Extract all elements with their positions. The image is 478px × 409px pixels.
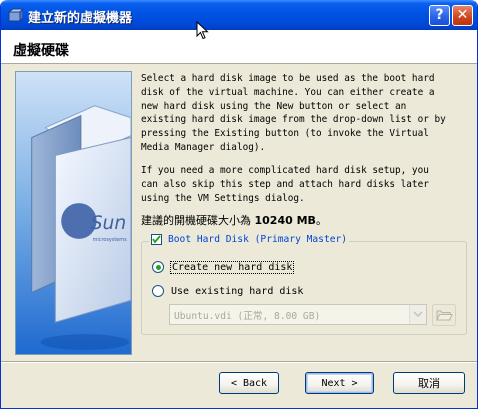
boot-disk-label: Boot Hard Disk (Primary Master) — [168, 234, 348, 245]
use-existing-disk-option[interactable]: Use existing hard disk — [152, 285, 303, 297]
boot-disk-checkbox[interactable] — [151, 234, 162, 245]
cancel-button-label: 取消 — [418, 377, 440, 390]
help-icon: ? — [435, 7, 444, 23]
back-button[interactable]: < Back — [219, 372, 279, 394]
existing-disk-value: Ubuntu.vdi (正常, 8.00 GB) — [174, 311, 321, 322]
sun-logo-subtext: microsystems — [93, 237, 127, 243]
button-separator — [1, 361, 477, 363]
page-title: 虛擬硬碟 — [13, 43, 69, 59]
create-new-disk-option[interactable]: Create new hard disk — [152, 260, 295, 274]
combobox-dropdown-button[interactable] — [409, 305, 426, 324]
virtualbox-logo-image: Sun microsystems — [15, 71, 132, 355]
radio-selected-dot — [155, 264, 161, 270]
next-button-label: Next > — [321, 377, 358, 389]
cancel-button[interactable]: 取消 — [393, 372, 465, 394]
title-bar[interactable]: 建立新的虛擬機器 ? ✕ — [1, 0, 477, 30]
close-button[interactable]: ✕ — [452, 5, 473, 26]
recommended-size-text: 建議的開機硬碟大小為 10240 MB。 — [141, 214, 327, 227]
page-header: 虛擬硬碟 — [1, 30, 477, 64]
window-title: 建立新的虛擬機器 — [28, 10, 133, 25]
description-text-2: If you need a more complicated hard disk… — [141, 165, 429, 204]
help-button[interactable]: ? — [429, 5, 450, 26]
description-text-1: Select a hard disk image to be used as t… — [141, 73, 446, 153]
recommended-size-value: 10240 MB — [254, 214, 316, 227]
use-existing-radio[interactable] — [152, 285, 164, 297]
open-folder-icon[interactable] — [432, 304, 456, 326]
create-new-radio[interactable] — [152, 261, 164, 273]
create-new-label: Create new hard disk — [169, 260, 295, 274]
next-button[interactable]: Next > — [305, 372, 374, 394]
virtualbox-icon — [7, 8, 23, 23]
mouse-cursor-icon — [196, 21, 209, 40]
boot-disk-checkbox-row[interactable]: Boot Hard Disk (Primary Master) — [149, 234, 350, 245]
existing-disk-combobox[interactable]: Ubuntu.vdi (正常, 8.00 GB) — [169, 304, 427, 325]
sun-logo-text: Sun — [91, 213, 127, 234]
chevron-down-icon — [413, 311, 423, 318]
checkmark-icon — [152, 235, 161, 244]
back-button-label: < Back — [230, 377, 268, 389]
use-existing-label: Use existing hard disk — [171, 285, 304, 297]
wizard-window: 建立新的虛擬機器 ? ✕ 虛擬硬碟 Sun microsystems Selec… — [0, 0, 478, 409]
close-icon: ✕ — [456, 7, 469, 23]
